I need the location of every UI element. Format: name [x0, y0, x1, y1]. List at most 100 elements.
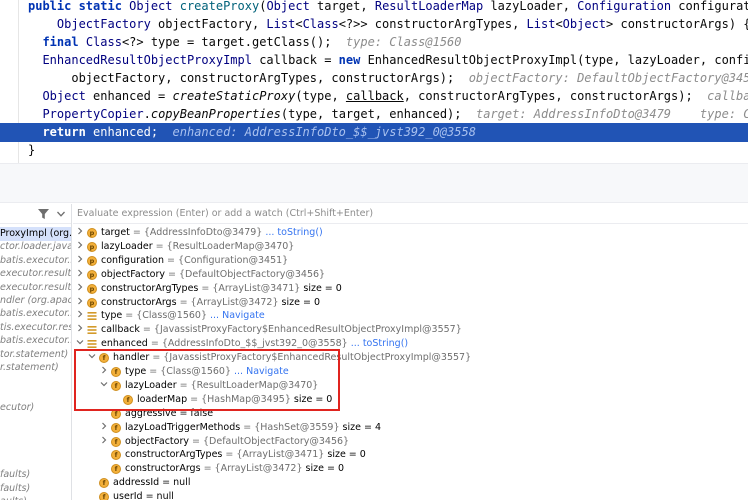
variable-row[interactable]: f aggressive = false — [73, 407, 748, 421]
code-line[interactable]: ObjectFactory objectFactory, List<Class<… — [0, 15, 748, 33]
variable-row[interactable]: f constructorArgTypes = {ArrayList@3471} … — [73, 448, 748, 462]
badge-letter: f — [111, 422, 121, 433]
variable-row[interactable]: f objectFactory = {DefaultObjectFactory@3… — [73, 435, 748, 449]
variable-row[interactable]: f userId = null — [73, 490, 748, 500]
variable-action-link[interactable]: ... Navigate — [207, 310, 265, 321]
frames-panel[interactable]: ProxyImpl (org.apctor.loader.javassibati… — [0, 204, 72, 500]
field-icon: f — [111, 380, 121, 391]
variable-size: size = 4 — [339, 421, 381, 433]
variable-text: objectFactory = {DefaultObjectFactory@34… — [101, 268, 325, 282]
variable-text: configuration = {Configuration@3451} — [101, 254, 288, 268]
parameter-icon: p — [87, 241, 97, 252]
frame-item[interactable]: ctor.loader.javassi — [0, 240, 71, 254]
chevron-right-icon[interactable] — [75, 297, 85, 309]
code-token: new — [338, 53, 368, 67]
code-editor[interactable]: public static Object createProxy(Object … — [0, 0, 748, 163]
frame-item[interactable]: tor.statement) — [0, 348, 71, 362]
variable-action-link[interactable]: ... Navigate — [231, 366, 289, 377]
code-line[interactable]: EnhancedResultObjectProxyImpl callback =… — [0, 51, 748, 69]
variable-row[interactable]: p lazyLoader = {ResultLoaderMap@3470} — [73, 240, 748, 254]
variable-row[interactable]: callback = {JavassistProxyFactory$Enhanc… — [73, 323, 748, 337]
frames-toolbar — [0, 204, 71, 224]
variable-row[interactable]: f constructorArgs = {ArrayList@3472} size… — [73, 462, 748, 476]
frame-item[interactable]: ecutor) — [0, 401, 71, 415]
chevron-right-icon[interactable] — [99, 422, 109, 434]
frame-item[interactable]: faults) — [0, 468, 71, 482]
chevron-down-icon[interactable] — [99, 380, 109, 392]
chevron-down-icon[interactable] — [75, 338, 85, 350]
variable-name: constructorArgTypes — [101, 282, 199, 294]
variable-size: size = 0 — [278, 296, 320, 308]
frame-item[interactable] — [0, 455, 71, 469]
variable-row[interactable]: f handler = {JavassistProxyFactory$Enhanc… — [73, 351, 748, 365]
code-line[interactable]: public static Object createProxy(Object … — [0, 0, 748, 15]
variables-panel[interactable]: ptarget = {AddressInfoDto@3479} ... toSt… — [73, 204, 748, 500]
frame-item[interactable]: batis.executor.res — [0, 307, 71, 321]
variable-row[interactable]: p objectFactory = {DefaultObjectFactory@3… — [73, 268, 748, 282]
code-line[interactable]: Object enhanced = createStaticProxy(type… — [0, 87, 748, 105]
frame-item[interactable]: ndler (org.apach — [0, 294, 71, 308]
variable-value: = {AddressInfoDto@3479} — [129, 227, 263, 238]
frame-item[interactable] — [0, 441, 71, 455]
variable-name: constructorArgTypes — [125, 449, 223, 461]
variable-action-link[interactable]: ... toString() — [262, 227, 322, 238]
frame-item-selected[interactable]: ProxyImpl (org.ap — [0, 227, 71, 241]
frame-item[interactable] — [0, 374, 71, 388]
frame-item[interactable]: r.statement) — [0, 361, 71, 375]
chevron-right-icon[interactable] — [75, 227, 85, 239]
variable-action-link[interactable]: ... toString() — [348, 338, 408, 349]
chevron-right-icon[interactable] — [75, 241, 85, 253]
variable-row[interactable]: f lazyLoader = {ResultLoaderMap@3470} — [73, 379, 748, 393]
variable-row[interactable]: f addressId = null — [73, 476, 748, 490]
current-execution-line[interactable]: return enhanced; enhanced: AddressInfoDt… — [0, 123, 748, 142]
code-line[interactable]: final Class<?> type = target.getClass();… — [0, 33, 748, 51]
chevron-down-icon[interactable] — [56, 209, 66, 219]
variable-value: = {Class@1560} — [122, 310, 207, 322]
frame-item[interactable]: executor.result — [0, 281, 71, 295]
variable-row[interactable]: p target = {AddressInfoDto@3479} ... toSt… — [73, 226, 748, 240]
chevron-right-icon[interactable] — [75, 310, 85, 322]
frame-item[interactable] — [0, 428, 71, 442]
variable-value: = {JavassistProxyFactory$EnhancedResultO… — [149, 352, 472, 364]
filter-icon[interactable] — [38, 209, 49, 219]
variable-row[interactable]: f loaderMap = {HashMap@3495} size = 0 — [73, 393, 748, 407]
variable-row[interactable]: f type = {Class@1560} ... Navigate — [73, 365, 748, 379]
chevron-right-icon[interactable] — [75, 269, 85, 281]
chevron-down-icon[interactable] — [87, 352, 97, 364]
variable-row[interactable]: f lazyLoadTriggerMethods = {HashSet@3559}… — [73, 421, 748, 435]
chevron-right-icon[interactable] — [75, 255, 85, 267]
code-line[interactable]: objectFactory, constructorArgTypes, cons… — [0, 69, 748, 87]
variable-row[interactable]: p constructorArgTypes = {ArrayList@3471} … — [73, 282, 748, 296]
code-line[interactable]: PropertyCopier.copyBeanProperties(type, … — [0, 105, 748, 123]
parameter-icon: p — [87, 228, 97, 238]
variable-value: = {Configuration@3451} — [164, 254, 289, 266]
frame-item[interactable]: batis.executor.res — [0, 254, 71, 268]
variable-row[interactable]: p configuration = {Configuration@3451} — [73, 254, 748, 268]
variable-row[interactable]: enhanced = {AddressInfoDto_$$_jvst392_0@… — [73, 337, 748, 351]
frame-item[interactable]: tis.executor.result — [0, 321, 71, 335]
variable-row[interactable]: p constructorArgs = {ArrayList@3472} size… — [73, 296, 748, 310]
chevron-right-icon[interactable] — [75, 283, 85, 295]
parameter-icon: p — [87, 297, 97, 308]
parameter-icon: p — [87, 283, 97, 294]
code-line[interactable]: } — [0, 141, 748, 159]
variable-row[interactable]: type = {Class@1560} ... Navigate — [73, 309, 748, 323]
field-icon: f — [99, 492, 109, 500]
frame-item[interactable]: executor.resultset — [0, 267, 71, 281]
frame-item[interactable]: aults) — [0, 495, 71, 500]
variable-text: constructorArgTypes = {ArrayList@3471} s… — [125, 448, 366, 462]
frame-item[interactable] — [0, 415, 71, 429]
variable-name: objectFactory — [101, 268, 165, 280]
evaluate-expression-input[interactable] — [73, 204, 748, 224]
code-token: < — [295, 17, 303, 31]
chevron-right-icon[interactable] — [99, 436, 109, 448]
frame-item[interactable]: batis.executor.res — [0, 334, 71, 348]
variable-text: objectFactory = {DefaultObjectFactory@34… — [125, 435, 349, 449]
field-icon: f — [99, 478, 109, 489]
chevron-right-icon[interactable] — [75, 324, 85, 336]
frame-item[interactable] — [0, 388, 71, 402]
chevron-right-icon[interactable] — [99, 366, 109, 378]
frame-item[interactable]: faults) — [0, 482, 71, 496]
